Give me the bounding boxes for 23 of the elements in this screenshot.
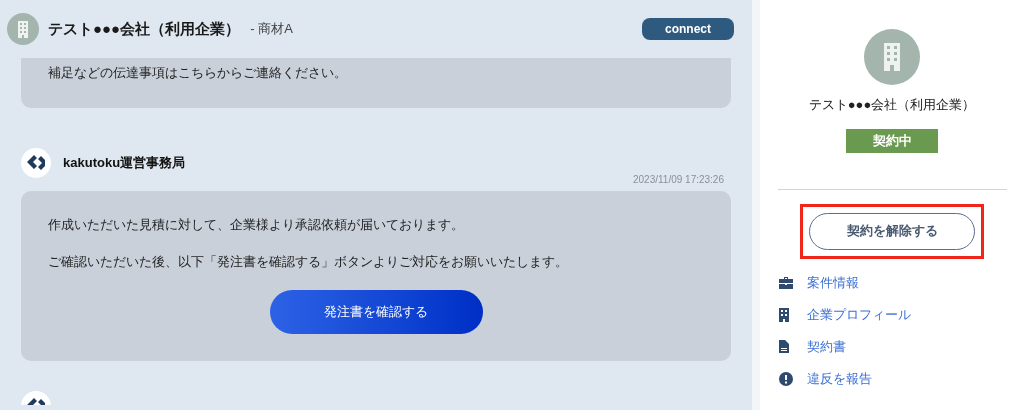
status-badge: 契約中 bbox=[846, 128, 938, 153]
building-avatar-icon bbox=[864, 29, 920, 85]
building-avatar-icon bbox=[7, 13, 39, 45]
sender-name: kakutoku運営事務局 bbox=[63, 154, 186, 173]
document-icon bbox=[779, 340, 789, 353]
alert-icon bbox=[779, 371, 793, 386]
connect-button[interactable]: connect bbox=[642, 18, 734, 40]
cancel-contract-button[interactable]: 契約を解除する bbox=[809, 212, 975, 250]
briefcase-icon bbox=[779, 276, 793, 289]
building-icon bbox=[779, 307, 789, 322]
message-time: 2023/11/09 17:23:26 bbox=[633, 173, 725, 187]
message-text: ご確認いただいた後、以下「発注書を確認する」ボタンよりご対応をお願いいたします。 bbox=[48, 253, 569, 271]
company-name: テスト●●●会社（利用企業） bbox=[48, 18, 241, 39]
logo-avatar-icon bbox=[21, 148, 51, 178]
sidebar-link[interactable]: 企業プロフィール bbox=[807, 304, 911, 325]
sidebar-link[interactable]: 違反を報告 bbox=[807, 368, 872, 389]
header-subtitle: - 商材A bbox=[250, 20, 293, 39]
confirm-order-button[interactable]: 発注書を確認する bbox=[269, 290, 483, 334]
message-text: 補足などの伝達事項はこちらからご連絡ください。 bbox=[48, 64, 348, 82]
sidebar-link[interactable]: 案件情報 bbox=[807, 272, 859, 293]
sidebar-link[interactable]: 契約書 bbox=[807, 336, 846, 357]
company-name: テスト●●●会社（利用企業） bbox=[808, 96, 976, 114]
message-text: 作成いただいた見積に対して、企業様より承認依頼が届いております。 bbox=[48, 216, 465, 234]
